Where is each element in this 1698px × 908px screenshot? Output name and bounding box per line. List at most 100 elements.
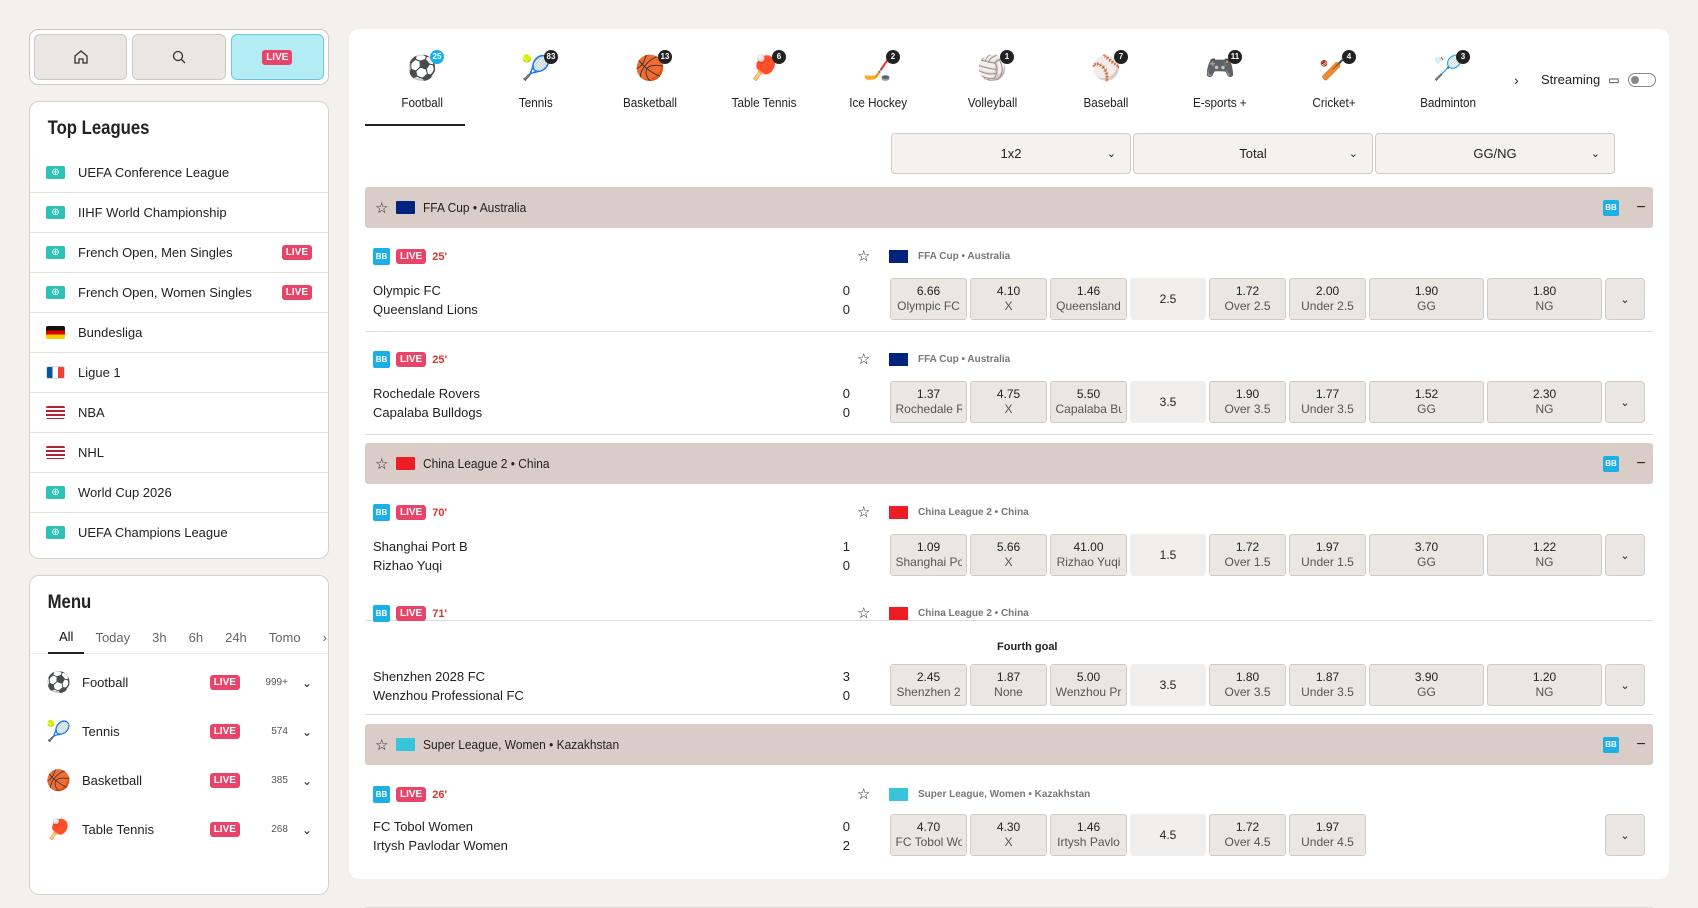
odds-button[interactable]: 1.09 Shanghai Po xyxy=(890,534,967,576)
odds-button[interactable]: 1.46 Queensland xyxy=(1050,278,1127,320)
market-select-ggng[interactable]: GG/NG ⌄ xyxy=(1375,133,1615,174)
odds-button[interactable]: 4.30 X xyxy=(970,814,1047,856)
more-markets-button[interactable]: ⌄ xyxy=(1605,814,1645,856)
match-teams[interactable]: Shanghai Port B Rizhao Yuqi xyxy=(373,537,468,575)
match-teams[interactable]: Olympic FC Queensland Lions xyxy=(373,281,478,319)
sport-tab[interactable]: 🏐 1 Volleyball xyxy=(935,43,1049,121)
sport-tab[interactable]: 🎮 11 E-sports + xyxy=(1163,43,1277,121)
top-league-item[interactable]: NBA xyxy=(30,392,328,432)
league-group-header[interactable]: ☆ China League 2 • China BB − xyxy=(365,443,1653,484)
menu-tab[interactable]: 3h xyxy=(141,622,177,654)
match-teams[interactable]: Rochedale Rovers Capalaba Bulldogs xyxy=(373,384,482,422)
odds-button[interactable]: 3.90 GG xyxy=(1369,664,1484,706)
more-markets-button[interactable]: ⌄ xyxy=(1605,664,1645,706)
odds-button[interactable]: 1.80 Over 3.5 xyxy=(1209,664,1286,706)
top-league-item[interactable]: ⊕ IIHF World Championship xyxy=(30,192,328,232)
sport-tab[interactable]: ⚾ 7 Baseball xyxy=(1049,43,1163,121)
odds-button[interactable]: 1.20 NG xyxy=(1487,664,1602,706)
match-teams[interactable]: Shenzhen 2028 FC Wenzhou Professional FC xyxy=(373,667,524,705)
menu-tab[interactable]: Tomo xyxy=(258,622,312,654)
odds-button[interactable]: 2.30 NG xyxy=(1487,381,1602,423)
more-markets-button[interactable]: ⌄ xyxy=(1605,381,1645,423)
odds-button[interactable]: 41.00 Rizhao Yuqi xyxy=(1050,534,1127,576)
star-icon[interactable]: ☆ xyxy=(857,247,870,265)
odds-button[interactable]: 1.97 Under 1.5 xyxy=(1289,534,1366,576)
odds-button[interactable]: 2.45 Shenzhen 2 xyxy=(890,664,967,706)
streaming-toggle[interactable] xyxy=(1627,72,1656,87)
sport-tab[interactable]: 🎾 83 Tennis xyxy=(479,43,593,121)
top-league-item[interactable]: ⊕ French Open, Men Singles LIVE xyxy=(30,232,328,272)
top-league-item[interactable]: NHL xyxy=(30,432,328,472)
odds-button[interactable]: 1.90 GG xyxy=(1369,278,1484,320)
match-teams[interactable]: FC Tobol Women Irtysh Pavlodar Women xyxy=(373,817,508,855)
odds-button[interactable]: 1.37 Rochedale R xyxy=(890,381,967,423)
menu-sport-item[interactable]: 🏓 Table Tennis LIVE 268 ⌄ xyxy=(30,805,328,854)
menu-sport-item[interactable]: 🎾 Tennis LIVE 574 ⌄ xyxy=(30,707,328,756)
menu-tab[interactable]: Today xyxy=(84,622,141,654)
odds-button[interactable]: 5.66 X xyxy=(970,534,1047,576)
bb-icon[interactable]: BB xyxy=(373,351,390,368)
odds-button[interactable]: 1.77 Under 3.5 xyxy=(1289,381,1366,423)
odds-button[interactable]: 2.00 Under 2.5 xyxy=(1289,278,1366,320)
odds-button[interactable]: 1.80 NG xyxy=(1487,278,1602,320)
chevron-down-icon[interactable]: ⌄ xyxy=(302,676,312,690)
collapse-icon[interactable]: − xyxy=(1629,455,1653,473)
odds-button[interactable]: 1.72 Over 4.5 xyxy=(1209,814,1286,856)
bb-icon[interactable]: BB xyxy=(1603,736,1619,753)
collapse-icon[interactable]: − xyxy=(1629,736,1653,754)
odds-button[interactable]: 5.00 Wenzhou Pr xyxy=(1050,664,1127,706)
top-league-item[interactable]: ⊕ UEFA Champions League xyxy=(30,512,328,552)
top-league-item[interactable]: ⊕ French Open, Women Singles LIVE xyxy=(30,272,328,312)
star-icon[interactable]: ☆ xyxy=(375,455,388,473)
odds-button[interactable]: 4.75 X xyxy=(970,381,1047,423)
menu-sport-item[interactable]: 🏀 Basketball LIVE 385 ⌄ xyxy=(30,756,328,805)
odds-button[interactable]: 6.66 Olympic FC xyxy=(890,278,967,320)
search-button[interactable] xyxy=(132,34,226,80)
chevron-down-icon[interactable]: ⌄ xyxy=(302,823,312,837)
bb-icon[interactable]: BB xyxy=(373,248,390,265)
league-group-header[interactable]: ☆ Super League, Women • Kazakhstan BB − xyxy=(365,724,1653,765)
sports-next-button[interactable]: › xyxy=(1514,72,1519,88)
star-icon[interactable]: ☆ xyxy=(375,736,388,754)
collapse-icon[interactable]: − xyxy=(1629,199,1653,217)
odds-button[interactable]: 1.22 NG xyxy=(1487,534,1602,576)
odds-button[interactable]: 1.87 None xyxy=(970,664,1047,706)
star-icon[interactable]: ☆ xyxy=(857,785,870,803)
top-league-item[interactable]: Ligue 1 xyxy=(30,352,328,392)
odds-button[interactable]: 1.97 Under 4.5 xyxy=(1289,814,1366,856)
odds-button[interactable]: 1.72 Over 2.5 xyxy=(1209,278,1286,320)
star-icon[interactable]: ☆ xyxy=(857,350,870,368)
sport-tab[interactable]: 🏒 2 Ice Hockey xyxy=(821,43,935,121)
star-icon[interactable]: ☆ xyxy=(857,604,870,622)
odds-button[interactable]: 4.70 FC Tobol Wo xyxy=(890,814,967,856)
chevron-down-icon[interactable]: ⌄ xyxy=(302,774,312,788)
sport-tab[interactable]: 🏓 6 Table Tennis xyxy=(707,43,821,121)
odds-button[interactable]: 1.72 Over 1.5 xyxy=(1209,534,1286,576)
sport-tab[interactable]: ⚽ 25 Football xyxy=(365,43,479,126)
bb-icon[interactable]: BB xyxy=(373,504,390,521)
more-markets-button[interactable]: ⌄ xyxy=(1605,534,1645,576)
odds-button[interactable]: 1.90 Over 3.5 xyxy=(1209,381,1286,423)
odds-button[interactable]: 1.87 Under 3.5 xyxy=(1289,664,1366,706)
top-league-item[interactable]: Bundesliga xyxy=(30,312,328,352)
menu-tab[interactable]: 6h xyxy=(178,622,214,654)
chevron-right-icon[interactable]: › xyxy=(312,622,328,654)
sport-tab[interactable]: 🏏 4 Cricket+ xyxy=(1277,43,1391,121)
star-icon[interactable]: ☆ xyxy=(857,503,870,521)
market-select-total[interactable]: Total ⌄ xyxy=(1133,133,1373,174)
home-button[interactable] xyxy=(34,34,128,80)
odds-button[interactable]: 5.50 Capalaba Bu xyxy=(1050,381,1127,423)
bb-icon[interactable]: BB xyxy=(1603,199,1619,216)
league-group-header[interactable]: ☆ FFA Cup • Australia BB − xyxy=(365,187,1653,228)
market-select-1x2[interactable]: 1x2 ⌄ xyxy=(891,133,1131,174)
more-markets-button[interactable]: ⌄ xyxy=(1605,278,1645,320)
odds-button[interactable]: 4.10 X xyxy=(970,278,1047,320)
top-league-item[interactable]: ⊕ UEFA Conference League xyxy=(30,152,328,192)
odds-button[interactable]: 3.70 GG xyxy=(1369,534,1484,576)
menu-tab[interactable]: 24h xyxy=(214,622,258,654)
menu-sport-item[interactable]: ⚽ Football LIVE 999+ ⌄ xyxy=(30,658,328,707)
bb-icon[interactable]: BB xyxy=(1603,455,1619,472)
bb-icon[interactable]: BB xyxy=(373,786,390,803)
sport-tab[interactable]: 🏀 13 Basketball xyxy=(593,43,707,121)
star-icon[interactable]: ☆ xyxy=(375,199,388,217)
